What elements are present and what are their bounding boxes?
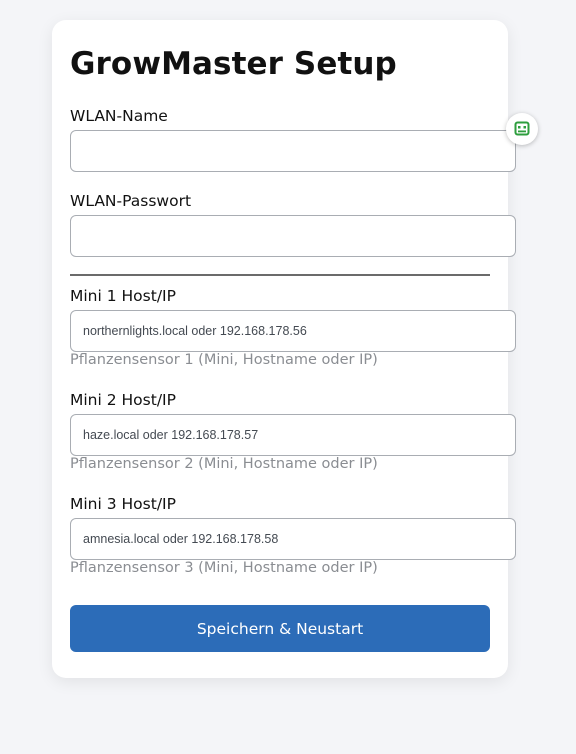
password-manager-widget[interactable] xyxy=(506,113,538,145)
mini-2-hint: Pflanzensensor 2 (Mini, Hostname oder IP… xyxy=(70,456,378,472)
mini-3-hint: Pflanzensensor 3 (Mini, Hostname oder IP… xyxy=(70,560,378,576)
password-manager-icon xyxy=(514,121,530,136)
wlan-name-label: WLAN-Name xyxy=(70,107,168,125)
wlan-name-input[interactable] xyxy=(70,130,516,172)
mini-3-label: Mini 3 Host/IP xyxy=(70,495,176,513)
mini-2-label: Mini 2 Host/IP xyxy=(70,391,176,409)
mini-1-hint: Pflanzensensor 1 (Mini, Hostname oder IP… xyxy=(70,352,378,368)
wlan-password-label: WLAN-Passwort xyxy=(70,192,192,210)
page-title: GrowMaster Setup xyxy=(70,46,397,82)
mini-1-label: Mini 1 Host/IP xyxy=(70,287,176,305)
save-restart-button[interactable]: Speichern & Neustart xyxy=(70,605,490,652)
mini-1-host-input[interactable] xyxy=(70,310,516,352)
mini-2-host-input[interactable] xyxy=(70,414,516,456)
wlan-password-input[interactable] xyxy=(70,215,516,257)
section-divider xyxy=(70,274,490,276)
mini-3-host-input[interactable] xyxy=(70,518,516,560)
